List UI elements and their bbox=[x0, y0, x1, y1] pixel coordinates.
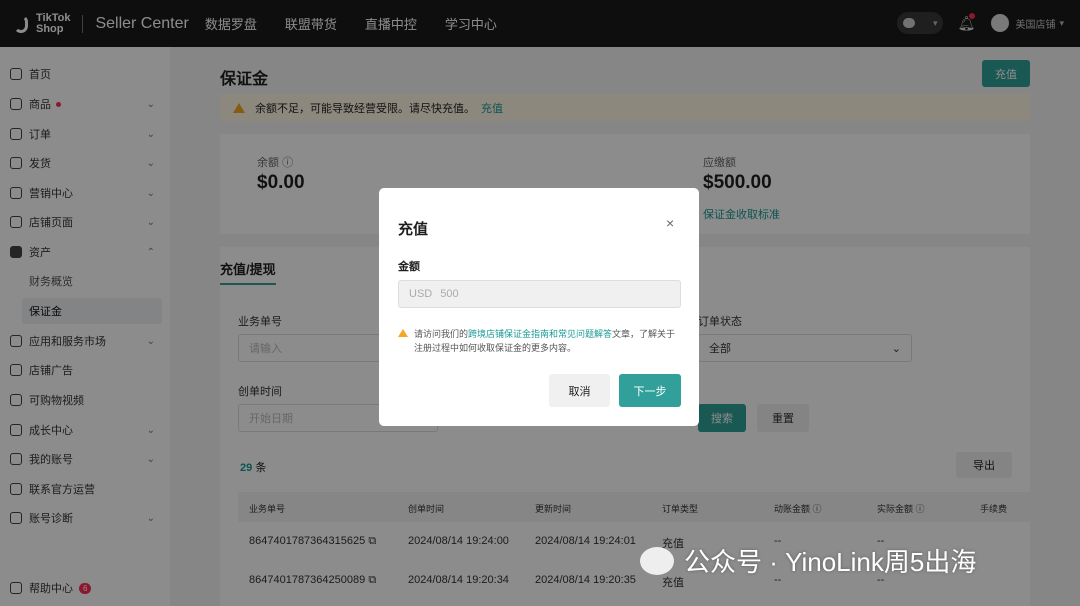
cancel-button[interactable]: 取消 bbox=[549, 374, 610, 407]
currency-prefix: USD bbox=[409, 288, 433, 300]
deposit-notice: 请访问我们的跨境店铺保证金指南和常见问题解答文章，了解关于注册过程中如何收取保证… bbox=[398, 327, 681, 355]
recharge-dialog: 充值 × 金额 USD 500 请访问我们的跨境店铺保证金指南和常见问题解答文章… bbox=[379, 188, 699, 426]
deposit-guide-link[interactable]: 跨境店铺保证金指南和常见问题解答 bbox=[468, 329, 612, 339]
amount-input[interactable]: USD 500 bbox=[398, 280, 681, 308]
amount-label: 金额 bbox=[398, 261, 420, 273]
wechat-icon bbox=[640, 546, 674, 575]
amount-placeholder: 500 bbox=[440, 288, 459, 300]
warning-icon bbox=[398, 329, 408, 337]
close-icon[interactable]: × bbox=[666, 215, 674, 231]
watermark: 公众号 · YinoLink周5出海 bbox=[640, 542, 976, 579]
dialog-title: 充值 bbox=[398, 221, 429, 238]
watermark-text: 公众号 · YinoLink周5出海 bbox=[684, 547, 977, 577]
next-step-button[interactable]: 下一步 bbox=[619, 374, 681, 407]
